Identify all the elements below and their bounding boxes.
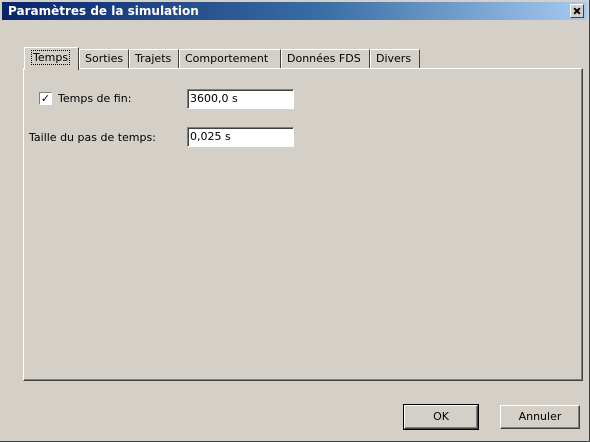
end-time-label: Temps de fin: (58, 92, 132, 105)
tab-label: Données FDS (287, 52, 361, 65)
tab-temps[interactable]: Temps (24, 47, 79, 70)
tab-donnees-fds[interactable]: Données FDS (281, 49, 370, 68)
time-step-label: Taille du pas de temps: (29, 131, 156, 144)
tab-panel-temps: ✓ Temps de fin: 3600,0 s Taille du pas d… (23, 68, 583, 381)
window-title: Paramètres de la simulation (8, 4, 199, 18)
close-icon[interactable] (570, 4, 584, 18)
tab-label: Sorties (85, 52, 124, 65)
tab-label: Temps (31, 50, 71, 65)
time-step-field[interactable]: 0,025 s (187, 127, 294, 147)
tab-trajets[interactable]: Trajets (129, 49, 179, 68)
tab-sorties[interactable]: Sorties (79, 49, 129, 68)
title-bar[interactable]: Paramètres de la simulation (2, 2, 587, 20)
tab-divers[interactable]: Divers (370, 49, 420, 68)
tab-label: Comportement (185, 52, 269, 65)
tab-label: Trajets (135, 52, 172, 65)
dialog-window: Paramètres de la simulation Temps Sortie… (0, 0, 590, 442)
end-time-field[interactable]: 3600,0 s (187, 89, 294, 109)
tab-comportement[interactable]: Comportement (179, 49, 281, 68)
end-time-checkbox[interactable]: ✓ (39, 92, 52, 105)
cancel-button[interactable]: Annuler (500, 405, 580, 429)
tab-label: Divers (376, 52, 412, 65)
ok-button[interactable]: OK (403, 404, 479, 430)
